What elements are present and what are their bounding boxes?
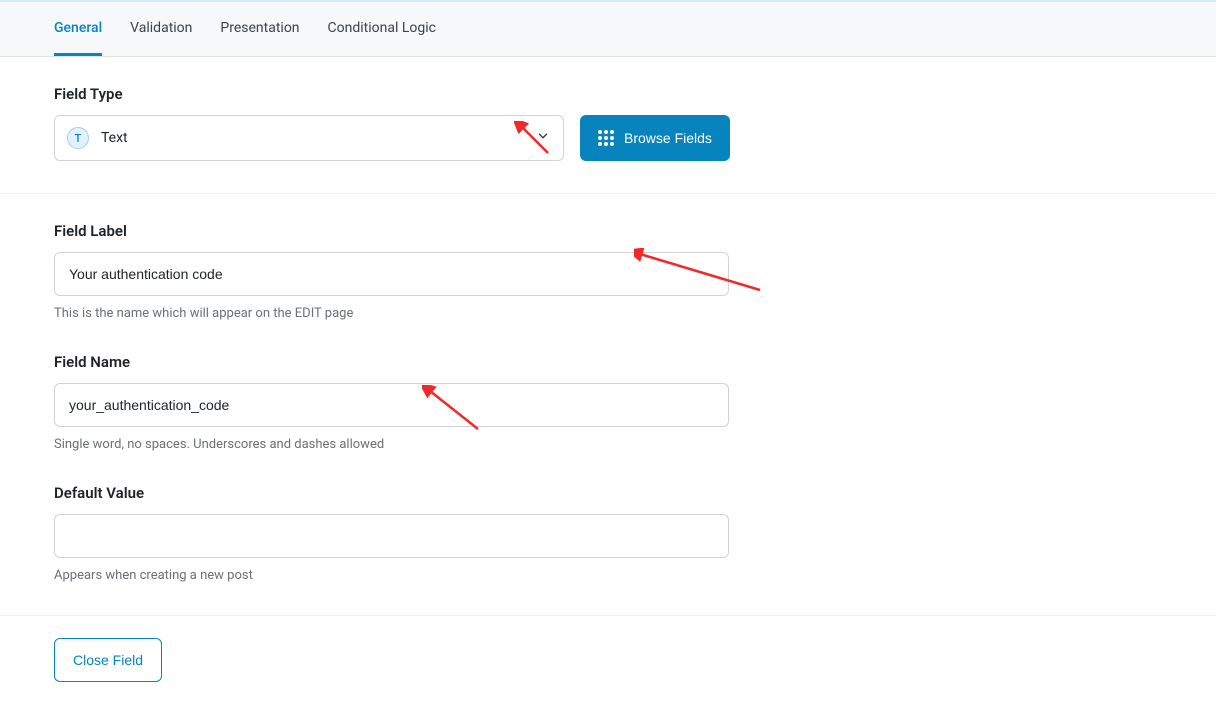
field-label-heading: Field Label	[54, 222, 1162, 240]
browse-fields-label: Browse Fields	[624, 130, 712, 146]
tab-general-label: General	[54, 20, 102, 36]
tab-conditional-logic[interactable]: Conditional Logic	[328, 2, 436, 56]
text-type-icon: T	[67, 127, 89, 149]
grid-icon	[598, 130, 614, 146]
tab-presentation-label: Presentation	[220, 20, 299, 36]
tab-presentation[interactable]: Presentation	[220, 2, 299, 56]
close-field-button[interactable]: Close Field	[54, 638, 162, 682]
field-type-select-wrap: T Text	[54, 115, 564, 161]
field-label-block: Field Label This is the name which will …	[54, 222, 1162, 321]
field-name-block: Field Name Single word, no spaces. Under…	[54, 353, 1162, 452]
chevron-down-icon	[536, 129, 550, 147]
field-type-value: Text	[101, 130, 128, 146]
panel-field-type: Field Type T Text	[0, 57, 1216, 194]
panel-main: Field Label This is the name which will …	[0, 194, 1216, 616]
tab-general[interactable]: General	[54, 2, 102, 56]
default-value-input[interactable]	[54, 514, 729, 558]
default-value-help: Appears when creating a new post	[54, 568, 1162, 583]
default-value-block: Default Value Appears when creating a ne…	[54, 484, 1162, 583]
field-type-block: Field Type T Text	[54, 85, 1162, 161]
field-type-select[interactable]: T Text	[54, 115, 564, 161]
tab-validation-label: Validation	[130, 20, 192, 36]
default-value-heading: Default Value	[54, 484, 1162, 502]
browse-fields-button[interactable]: Browse Fields	[580, 115, 730, 161]
close-field-label: Close Field	[73, 652, 143, 668]
tab-validation[interactable]: Validation	[130, 2, 192, 56]
footer: Close Field	[0, 616, 1216, 704]
field-label-help: This is the name which will appear on th…	[54, 306, 1162, 321]
field-name-input[interactable]	[54, 383, 729, 427]
field-name-heading: Field Name	[54, 353, 1162, 371]
tabs: General Validation Presentation Conditio…	[0, 2, 1216, 57]
field-type-label: Field Type	[54, 85, 1162, 103]
field-label-input[interactable]	[54, 252, 729, 296]
tab-conditional-logic-label: Conditional Logic	[328, 20, 436, 36]
field-name-help: Single word, no spaces. Underscores and …	[54, 437, 1162, 452]
